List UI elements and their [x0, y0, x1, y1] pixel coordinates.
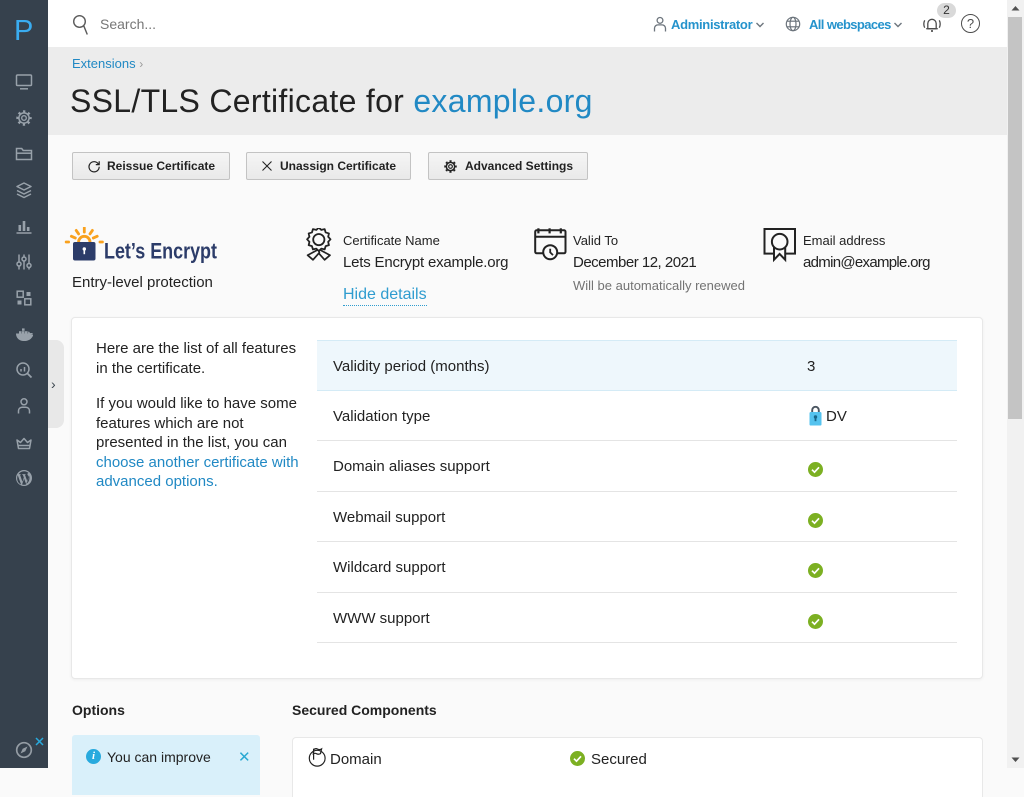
svg-text:Let’s Encrypt: Let’s Encrypt [104, 239, 218, 264]
